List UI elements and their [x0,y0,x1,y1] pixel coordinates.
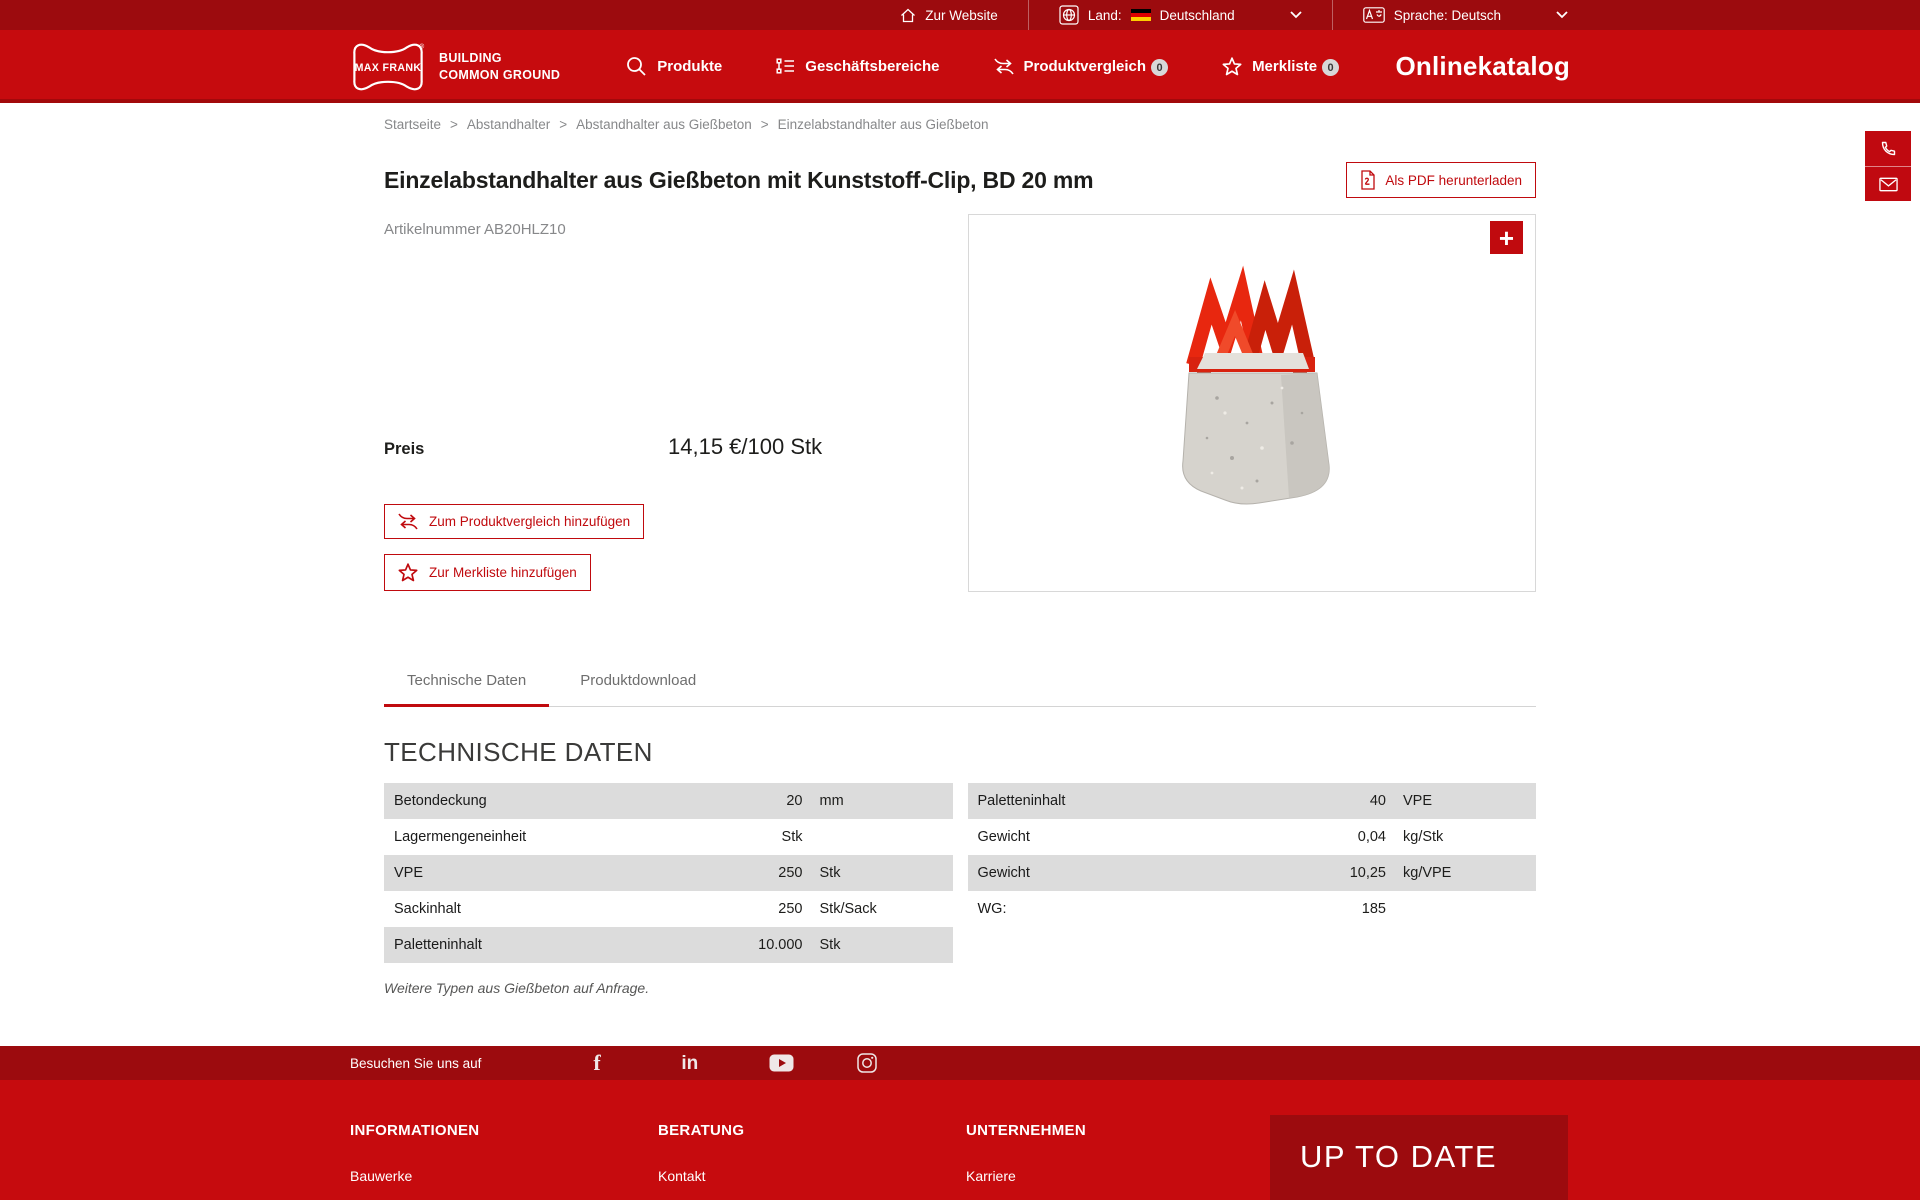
product-info: Artikelnummer AB20HLZ10 Preis 14,15 €/10… [384,214,952,592]
footer-col-unternehmen: UNTERNEHMEN Karriere Standorte [966,1122,1274,1200]
phone-button[interactable] [1865,131,1911,166]
breadcrumb-separator: > [559,117,567,132]
footer-heading: INFORMATIONEN [350,1122,658,1139]
nav-merkliste[interactable]: Merkliste 0 [1222,57,1339,76]
product-image-box: + [968,214,1536,592]
max-frank-logo[interactable]: MAX FRANK ® BUILDING COMMON GROUND [350,39,560,95]
footer-heading: BERATUNG [658,1122,966,1139]
country-value: Deutschland [1160,8,1235,23]
social-bar: Besuchen Sie uns auf f in [0,1046,1920,1080]
nav-produkte[interactable]: Produkte [626,56,722,77]
linkedin-icon[interactable]: in [681,1054,769,1073]
app-title: Onlinekatalog [1395,51,1570,82]
footer-col-beratung: BERATUNG Kontakt Downloads [658,1122,966,1200]
tab-technische-daten[interactable]: Technische Daten [384,672,549,707]
visit-us-label: Besuchen Sie uns auf [350,1056,481,1071]
country-selector[interactable]: Land: Deutschland [1028,0,1332,30]
table-row: Paletteninhalt 40 VPE [968,783,1537,819]
page: Zur Website Land: Deutschland [0,0,1920,1200]
youtube-icon[interactable] [769,1054,857,1072]
country-label: Land: [1088,8,1122,23]
table-row: Sackinhalt 250 Stk/Sack [384,891,953,927]
price-label: Preis [384,440,668,459]
breadcrumb: Startseite > Abstandhalter > Abstandhalt… [384,103,1536,132]
star-icon [398,563,418,582]
breadcrumb-abstandhalter[interactable]: Abstandhalter [467,117,550,132]
table-row: Betondeckung 20 mm [384,783,953,819]
add-to-watchlist-button[interactable]: Zur Merkliste hinzufügen [384,554,591,591]
chevron-down-icon [1290,11,1302,19]
technical-data-heading: TECHNISCHE DATEN [384,737,1536,768]
translate-icon [1363,7,1385,23]
nav-produktvergleich[interactable]: Produktvergleich 0 [994,57,1169,76]
main-nav: Produkte Geschäftsbereiche [626,56,1339,77]
star-icon [1222,57,1242,76]
compare-arrows-icon [994,58,1014,75]
breadcrumb-separator: > [761,117,769,132]
search-icon [626,56,647,77]
watchlist-count-badge: 0 [1322,59,1339,76]
footer-heading: UNTERNEHMEN [966,1122,1274,1139]
breadcrumb-abstandhalter-giessbeton[interactable]: Abstandhalter aus Gießbeton [576,117,752,132]
language-label: Sprache: Deutsch [1394,8,1501,23]
footer-link-kontakt[interactable]: Kontakt [658,1168,966,1184]
tech-table-right: Paletteninhalt 40 VPE Gewicht 0,04 kg/St… [968,783,1537,963]
up-to-date-box: UP TO DATE Produktnews und technisches K… [1270,1115,1568,1200]
additional-types-note: Weitere Typen aus Gießbeton auf Anfrage. [384,980,1536,996]
price-value: 14,15 €/100 Stk [668,434,822,460]
top-utility-bar: Zur Website Land: Deutschland [0,0,1920,30]
main-content: Startseite > Abstandhalter > Abstandhalt… [384,103,1536,996]
breadcrumb-startseite[interactable]: Startseite [384,117,441,132]
breadcrumb-separator: > [450,117,458,132]
tech-table-left: Betondeckung 20 mm Lagermengeneinheit St… [384,783,953,963]
main-header: MAX FRANK ® BUILDING COMMON GROUND Produ… [0,30,1920,103]
max-frank-logo-icon: MAX FRANK ® [350,39,426,95]
email-button[interactable] [1865,166,1911,201]
phone-icon [1879,140,1897,158]
language-selector[interactable]: Sprache: Deutsch [1332,0,1570,30]
pdf-file-icon [1360,170,1376,190]
zur-website-label: Zur Website [925,8,998,23]
download-pdf-button[interactable]: Als PDF herunterladen [1346,162,1536,198]
page-title: Einzelabstandhalter aus Gießbeton mit Ku… [384,167,1093,194]
table-row: Lagermengeneinheit Stk [384,819,953,855]
footer: Besuchen Sie uns auf f in [0,1046,1920,1200]
chevron-down-icon [1556,11,1568,19]
article-number: Artikelnummer AB20HLZ10 [384,221,952,238]
facebook-icon[interactable]: f [593,1052,681,1074]
footer-main: INFORMATIONEN Bauwerke Produkte BERATUNG… [0,1080,1920,1200]
compare-arrows-icon [398,513,418,530]
image-zoom-button[interactable]: + [1490,221,1523,254]
add-to-compare-button[interactable]: Zum Produktvergleich hinzufügen [384,504,644,539]
logo-registered-mark: ® [419,42,424,50]
mail-icon [1879,177,1898,192]
table-row: Gewicht 10,25 kg/VPE [968,855,1537,891]
table-row: Gewicht 0,04 kg/Stk [968,819,1537,855]
link-zur-website[interactable]: Zur Website [870,0,1028,30]
german-flag-icon [1131,9,1151,21]
table-row: VPE 250 Stk [384,855,953,891]
instagram-icon[interactable] [857,1053,945,1073]
table-row: WG: 185 [968,891,1537,927]
footer-link-karriere[interactable]: Karriere [966,1168,1274,1184]
detail-tabs: Technische Daten Produktdownload [384,672,1536,707]
tab-produktdownload[interactable]: Produktdownload [557,672,719,707]
up-to-date-title: UP TO DATE [1300,1139,1538,1175]
footer-link-bauwerke[interactable]: Bauwerke [350,1168,658,1184]
org-tree-icon [776,58,795,75]
footer-col-informationen: INFORMATIONEN Bauwerke Produkte [350,1122,658,1200]
logo-tagline: BUILDING COMMON GROUND [439,50,560,83]
home-icon [900,8,916,23]
table-row: Paletteninhalt 10.000 Stk [384,927,953,963]
nav-geschaeftsbereiche[interactable]: Geschäftsbereiche [776,58,939,75]
logo-brand-text: MAX FRANK [355,62,422,74]
breadcrumb-current: Einzelabstandhalter aus Gießbeton [778,117,989,132]
product-image [1097,253,1407,553]
globe-icon [1059,5,1079,25]
floating-contact-actions [1865,131,1911,201]
compare-count-badge: 0 [1151,59,1168,76]
